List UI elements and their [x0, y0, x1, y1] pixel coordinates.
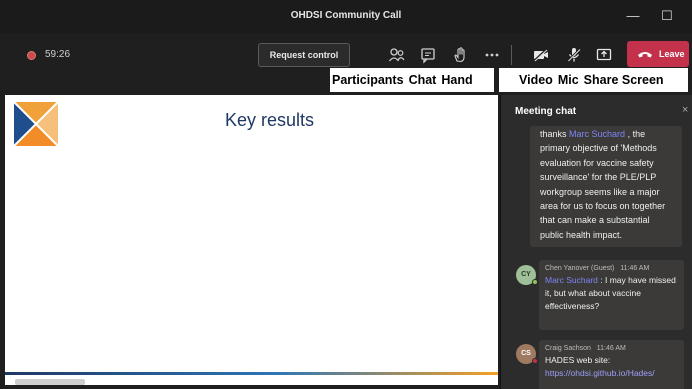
chat-header: Meeting chat — [515, 106, 577, 117]
message-text: HADES web site: — [545, 355, 611, 365]
label-hand: Hand — [441, 73, 473, 87]
label-share-screen: Share Screen — [583, 73, 664, 87]
recording-icon — [27, 51, 36, 60]
hang-up-icon — [638, 52, 652, 58]
chat-message: thanks Marc Suchard , the primary object… — [530, 126, 682, 247]
icon-labels-left: Participants Chat Hand — [330, 68, 494, 92]
label-participants: Participants — [332, 73, 404, 87]
minimize-button[interactable]: — — [622, 6, 644, 26]
leave-button[interactable]: Leave — [627, 41, 689, 67]
shared-slide: Key results — [5, 95, 498, 385]
participants-icon[interactable] — [387, 45, 407, 65]
close-icon[interactable]: × — [682, 104, 688, 116]
status-available-icon — [532, 279, 538, 285]
chat-message: Craig Sachson 11:46 AM HADES web site: h… — [539, 340, 684, 389]
raise-hand-icon[interactable] — [450, 45, 470, 65]
share-screen-icon[interactable] — [594, 45, 614, 65]
message-time: 11:46 AM — [596, 345, 626, 352]
maximize-button[interactable]: ☐ — [656, 6, 678, 26]
more-options-icon[interactable] — [482, 45, 502, 65]
message-text: thanks — [540, 129, 570, 139]
meeting-chat-panel: Meeting chat × thanks Marc Suchard , the… — [500, 95, 692, 389]
slide-title: Key results — [225, 110, 315, 130]
label-chat: Chat — [408, 73, 437, 87]
request-control-button[interactable]: Request control — [258, 43, 350, 67]
chat-icon[interactable] — [418, 45, 438, 65]
meeting-timer: 59:26 — [45, 49, 71, 60]
message-link[interactable]: https://ohdsi.github.io/Hades/ — [545, 367, 678, 380]
title-bar: OHDSI Community Call — ☐ — [0, 0, 692, 33]
leave-label: Leave — [659, 49, 685, 59]
window-title: OHDSI Community Call — [290, 10, 402, 21]
message-text: , the primary objective of 'Methods eval… — [540, 129, 666, 240]
mention[interactable]: Marc Suchard — [569, 129, 625, 139]
chat-message: Chen Yanover (Guest) 11:46 AM Marc Sucha… — [539, 260, 684, 330]
toolbar-divider — [511, 45, 512, 65]
camera-off-icon[interactable] — [531, 45, 551, 65]
microphone-off-icon[interactable] — [564, 45, 584, 65]
status-busy-icon — [532, 358, 538, 364]
icon-labels-right: Video Mic Share Screen — [499, 68, 688, 92]
message-time: 11:46 AM — [620, 265, 650, 272]
label-video: Video — [519, 73, 553, 87]
message-author: Chen Yanover (Guest) — [545, 265, 615, 272]
label-mic: Mic — [557, 73, 579, 87]
mention[interactable]: Marc Suchard — [545, 275, 598, 285]
slide-footer-strip — [5, 372, 498, 375]
ohdsi-logo-icon — [12, 100, 60, 148]
slide-scrollbar[interactable] — [15, 379, 85, 385]
message-author: Craig Sachson — [545, 345, 591, 352]
